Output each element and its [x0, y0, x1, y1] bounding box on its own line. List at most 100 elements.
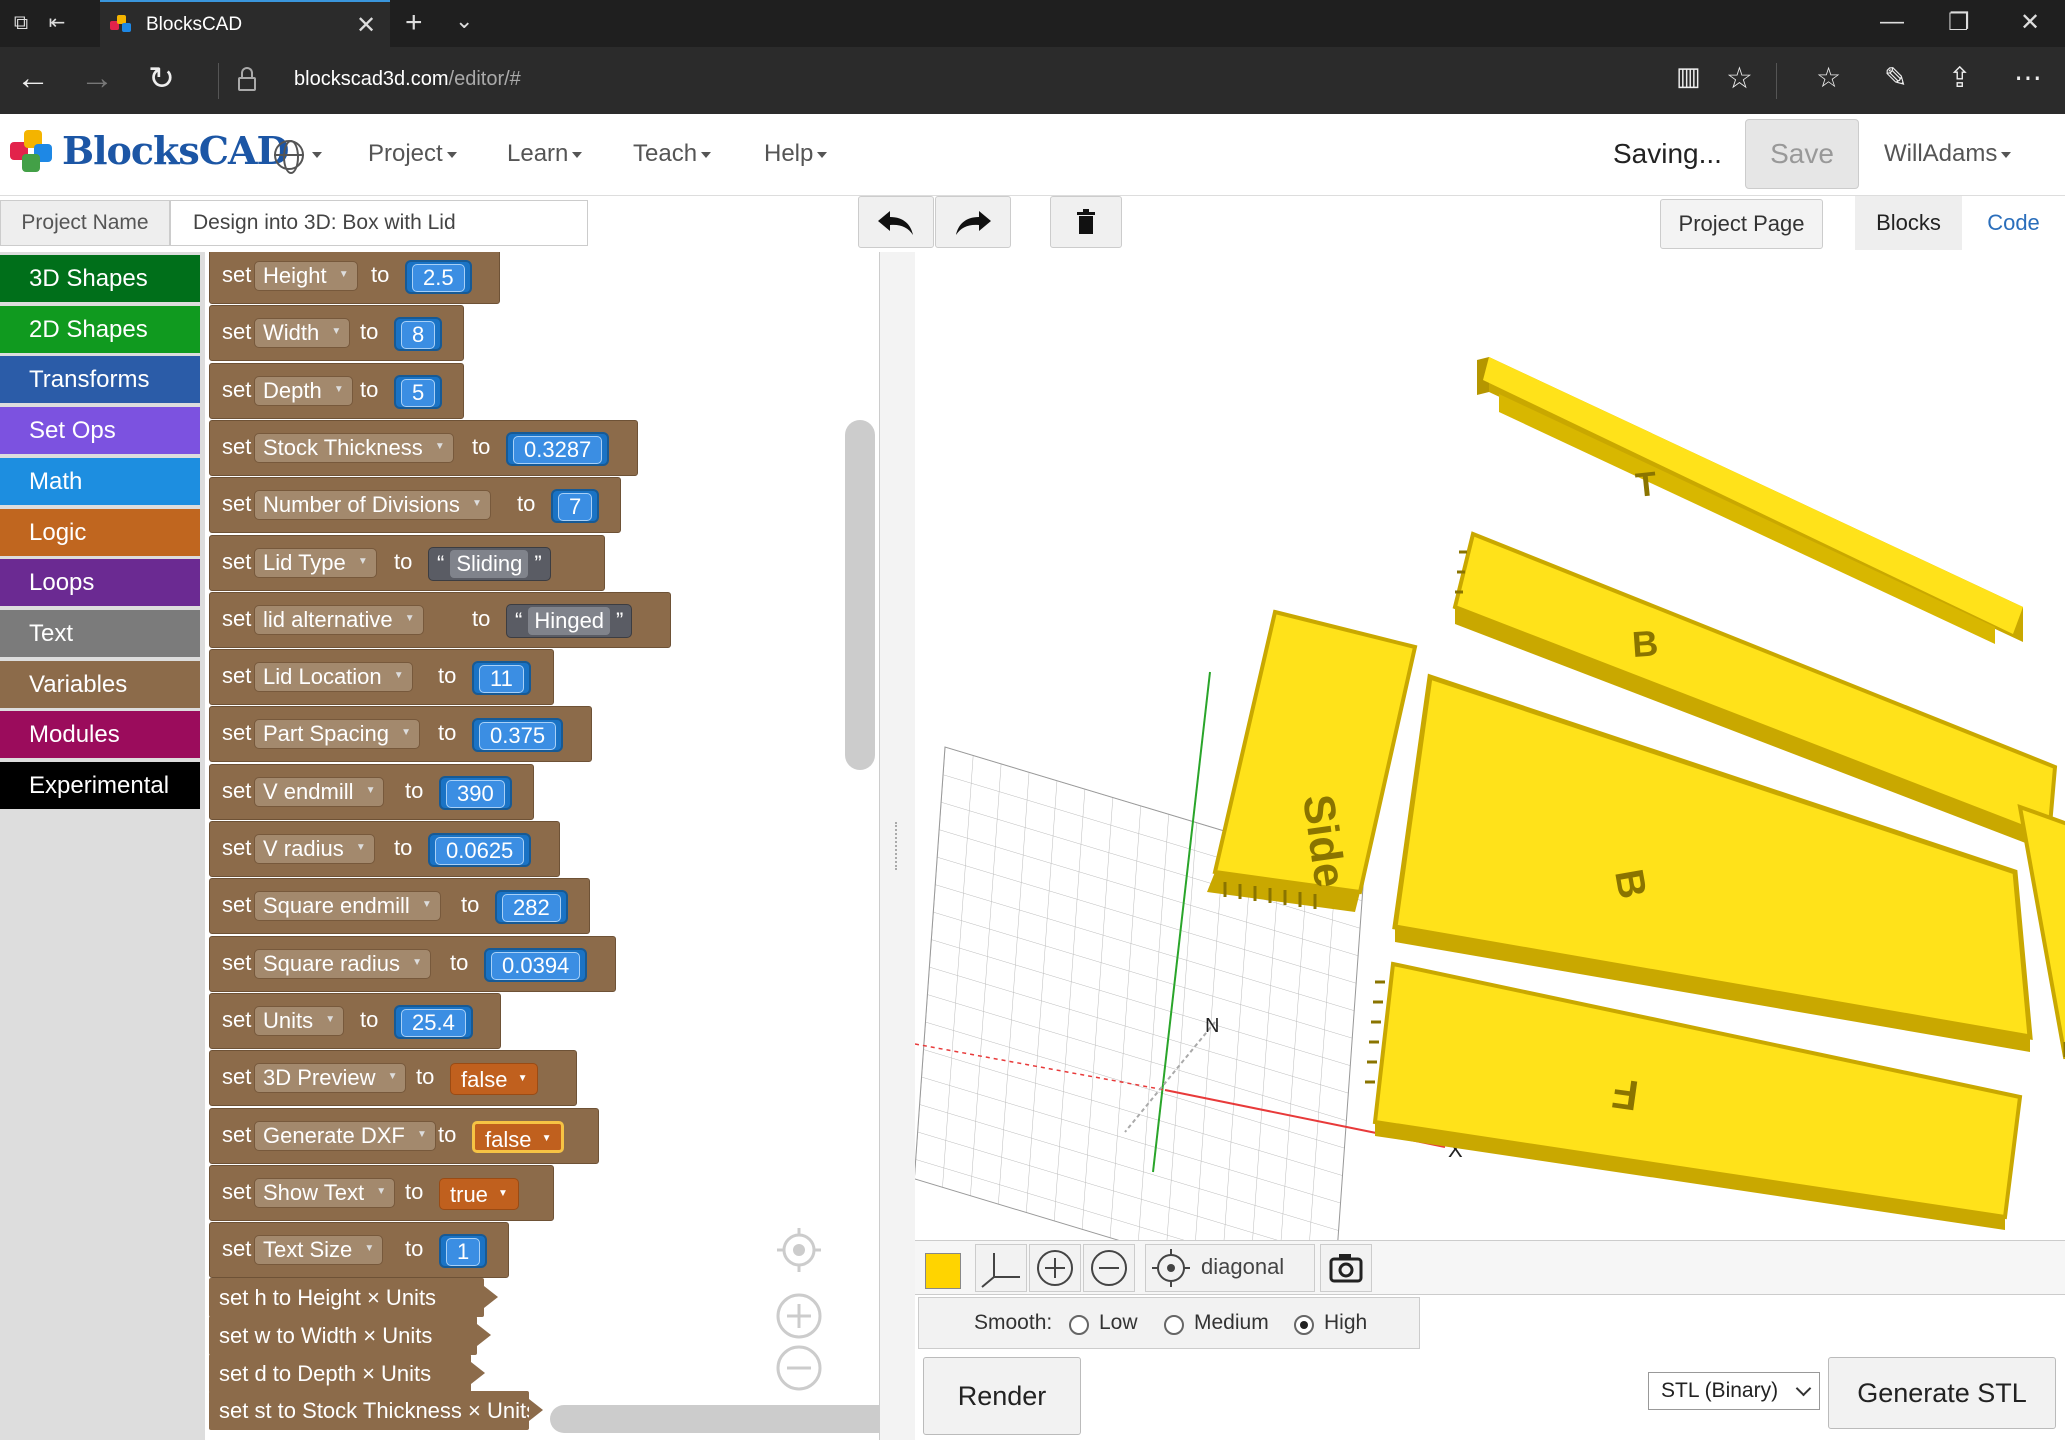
number-value[interactable]: 390 — [446, 779, 505, 808]
set-variable-block[interactable]: setUnitsto 25.4 — [209, 992, 501, 1049]
set-aside-tabs-icon[interactable]: ⇤ — [44, 10, 70, 36]
export-format-select[interactable]: STL (Binary) — [1648, 1372, 1820, 1410]
number-value-block[interactable]: 0.0625 — [428, 833, 532, 867]
project-name-input[interactable]: Design into 3D: Box with Lid — [170, 200, 588, 246]
zoom-out-button[interactable] — [1083, 1244, 1135, 1292]
tab-actions-icon[interactable]: ⧉ — [8, 10, 34, 36]
set-variable-block[interactable]: setlid alternative to “Hinged” — [209, 591, 671, 648]
number-value-block[interactable]: 5 — [394, 374, 443, 409]
number-value[interactable]: 0.0394 — [491, 951, 581, 980]
category-transforms[interactable]: Transforms — [0, 356, 200, 404]
variable-dropdown[interactable]: Stock Thickness — [254, 432, 454, 463]
category-set-ops[interactable]: Set Ops — [0, 407, 200, 455]
category-2d-shapes[interactable]: 2D Shapes — [0, 305, 200, 353]
more-icon[interactable]: ⋯ — [2014, 61, 2042, 94]
variable-dropdown[interactable]: Units — [254, 1005, 345, 1036]
workspace-vertical-scrollbar[interactable] — [845, 420, 875, 770]
favorites-hub-icon[interactable]: ☆ — [1816, 61, 1841, 94]
boolean-dropdown[interactable]: false — [472, 1120, 565, 1153]
set-variable-block[interactable]: setWidthto 8 — [209, 305, 464, 362]
divider-grip[interactable] — [895, 822, 899, 870]
number-value[interactable]: 0.375 — [479, 722, 557, 751]
recenter-icon[interactable] — [775, 1226, 823, 1274]
number-value-block[interactable]: 0.0394 — [484, 947, 588, 982]
set-variable-block[interactable]: setLid Type to “Sliding” — [209, 534, 605, 591]
favorite-star-icon[interactable]: ☆ — [1726, 61, 1753, 96]
blockscad-logo-icon[interactable] — [10, 128, 62, 172]
number-value[interactable]: 0.3287 — [513, 435, 603, 464]
variable-dropdown[interactable]: Text Size — [254, 1235, 384, 1266]
project-page-button[interactable]: Project Page — [1660, 199, 1823, 249]
assignment-block[interactable]: set h to Height × Units — [209, 1278, 498, 1317]
set-variable-block[interactable]: setNumber of Divisions to 7 — [209, 477, 621, 534]
set-variable-block[interactable]: setSquare radius to 0.0394 — [209, 935, 616, 992]
user-menu[interactable]: WillAdams — [1884, 140, 2012, 168]
number-value-block[interactable]: 2.5 — [405, 260, 472, 294]
set-variable-block[interactable]: setShow Text totrue — [209, 1164, 554, 1221]
minimize-icon[interactable]: — — [1880, 8, 1904, 36]
text-value[interactable]: Hinged — [528, 606, 611, 635]
close-tab-icon[interactable]: ✕ — [356, 11, 376, 40]
category-3d-shapes[interactable]: 3D Shapes — [0, 255, 200, 302]
menu-learn[interactable]: Learn — [507, 140, 583, 168]
category-math[interactable]: Math — [0, 457, 200, 505]
number-value[interactable]: 282 — [502, 894, 561, 923]
number-value-block[interactable]: 7 — [551, 489, 600, 524]
number-value[interactable]: 25.4 — [401, 1008, 466, 1037]
variable-dropdown[interactable]: Depth — [254, 375, 353, 406]
browser-tab[interactable]: BlocksCAD ✕ — [100, 0, 390, 47]
variable-dropdown[interactable]: Generate DXF — [254, 1120, 436, 1151]
boolean-dropdown[interactable]: false — [450, 1063, 539, 1096]
assignment-block[interactable]: set st to Stock Thickness × Units — [209, 1391, 543, 1431]
number-value[interactable]: 0.0625 — [435, 837, 525, 865]
variable-dropdown[interactable]: 3D Preview — [254, 1063, 407, 1094]
number-value[interactable]: 2.5 — [412, 264, 465, 292]
variable-dropdown[interactable]: Lid Type — [254, 547, 377, 578]
text-value[interactable]: Sliding — [450, 549, 529, 578]
set-variable-block[interactable]: setDepthto 5 — [209, 362, 464, 419]
set-variable-block[interactable]: setPart Spacing to 0.375 — [209, 706, 592, 763]
3d-render[interactable]: N X T B Side B F — [915, 252, 2065, 1240]
3d-viewer[interactable]: N X T B Side B F — [915, 252, 2065, 1240]
set-variable-block[interactable]: setGenerate DXFtofalse — [209, 1107, 599, 1164]
variable-dropdown[interactable]: V radius — [254, 834, 375, 864]
save-button[interactable]: Save — [1745, 119, 1859, 189]
variable-dropdown[interactable]: Square endmill — [254, 891, 441, 922]
screenshot-button[interactable] — [1320, 1244, 1372, 1292]
reading-view-icon[interactable]: ▥ — [1676, 61, 1701, 92]
set-variable-block[interactable]: setStock Thickness to 0.3287 — [209, 419, 638, 476]
variable-dropdown[interactable]: Width — [254, 318, 351, 349]
share-icon[interactable]: ⇪ — [1948, 61, 1971, 94]
undo-button[interactable] — [858, 196, 934, 248]
render-button[interactable]: Render — [923, 1357, 1081, 1435]
refresh-icon[interactable]: ↻ — [148, 61, 175, 95]
variable-dropdown[interactable]: Lid Location — [254, 662, 413, 693]
variable-dropdown[interactable]: Number of Divisions — [254, 490, 491, 521]
part-side-left[interactable]: Side — [1207, 609, 1418, 912]
number-value-block[interactable]: 11 — [472, 661, 531, 696]
menu-teach[interactable]: Teach — [633, 140, 712, 168]
set-variable-block[interactable]: setText Size to 1 — [209, 1222, 509, 1279]
category-variables[interactable]: Variables — [0, 660, 200, 708]
menu-help[interactable]: Help — [764, 140, 828, 168]
set-variable-block[interactable]: setV endmill to 390 — [209, 763, 534, 820]
variable-dropdown[interactable]: Part Spacing — [254, 719, 420, 750]
smooth-high-radio[interactable] — [1294, 1315, 1314, 1335]
number-value-block[interactable]: 8 — [394, 317, 443, 352]
blocks-workspace[interactable]: setHeightto2.5setWidthto8setDepthto5setS… — [205, 252, 880, 1440]
logo-text[interactable]: BlocksCAD — [62, 128, 289, 173]
category-logic[interactable]: Logic — [0, 508, 200, 556]
window-close-icon[interactable]: ✕ — [2020, 8, 2040, 37]
workspace-horizontal-scrollbar[interactable] — [550, 1405, 879, 1433]
text-value-block[interactable]: “Sliding” — [428, 546, 551, 581]
set-variable-block[interactable]: setLid Location to 11 — [209, 649, 554, 706]
boolean-dropdown[interactable]: true — [439, 1177, 519, 1210]
tab-code[interactable]: Code — [1962, 196, 2065, 250]
language-globe-icon[interactable] — [274, 140, 304, 174]
axes-toggle-button[interactable] — [975, 1244, 1027, 1292]
back-icon[interactable]: ← — [16, 61, 50, 95]
set-variable-block[interactable]: setHeight to 2.5 — [209, 252, 500, 304]
smooth-medium-radio[interactable] — [1164, 1315, 1184, 1335]
number-value-block[interactable]: 1 — [439, 1234, 488, 1269]
delete-button[interactable] — [1050, 196, 1122, 248]
